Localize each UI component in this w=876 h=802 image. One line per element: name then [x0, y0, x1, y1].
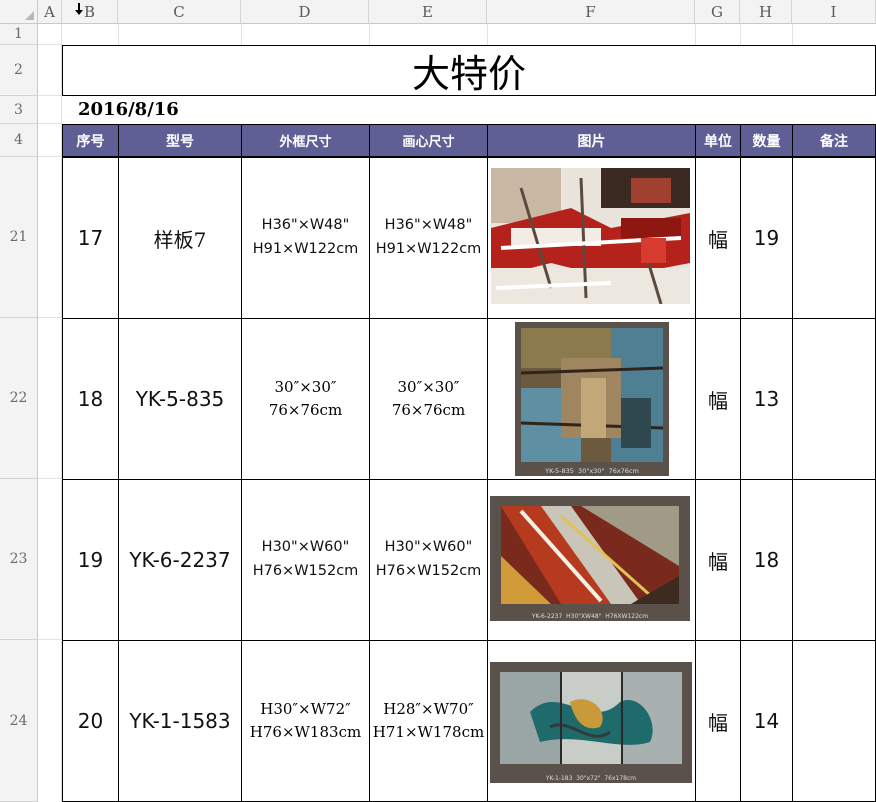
row-header-24[interactable]: 24 [0, 640, 38, 802]
cell-qty[interactable]: 19 [740, 157, 793, 319]
cell-picture[interactable] [487, 157, 696, 319]
painting-image[interactable]: YK-5-835 30"x30" 76x76cm [515, 322, 669, 476]
cell-frame-size[interactable]: 30″×30″ 76×76cm [241, 318, 370, 480]
cell-unit[interactable]: 幅 [695, 479, 741, 641]
col-header-b[interactable]: B [62, 0, 118, 24]
row-header-23[interactable]: 23 [0, 479, 38, 640]
canvas-size-inch: H28″×W70″ [383, 699, 474, 718]
cell-qty[interactable]: 13 [740, 318, 793, 480]
cell-canvas-size[interactable]: 30″×30″ 76×76cm [369, 318, 488, 480]
frame-size-inch: H30"×W60" [261, 539, 350, 556]
cell-no[interactable]: 19 [62, 479, 119, 641]
gridline [38, 639, 62, 640]
gridline [487, 24, 488, 45]
col-header-g[interactable]: G [695, 0, 740, 24]
report-date[interactable]: 2016/8/16 [78, 99, 179, 123]
cell-frame-size[interactable]: H30″×W72″ H76×W183cm [241, 640, 370, 802]
col-header-a[interactable]: A [38, 0, 62, 24]
picture-caption: YK-1-183 30"x72" 76x178cm [545, 775, 637, 782]
cell-no[interactable]: 17 [62, 157, 119, 319]
header-note[interactable]: 备注 [792, 124, 876, 157]
gridline [241, 24, 242, 45]
frame-size-inch: 30″×30″ [274, 377, 337, 396]
row-header-4[interactable]: 4 [0, 124, 38, 157]
col-header-f[interactable]: F [487, 0, 695, 24]
header-qty[interactable]: 数量 [740, 124, 793, 157]
header-canvas-size[interactable]: 画心尺寸 [369, 124, 488, 157]
col-header-c[interactable]: C [118, 0, 241, 24]
picture-caption: YK-6-2237 H30"XW48" H76XW122cm [531, 613, 649, 620]
row-header-21[interactable]: 21 [0, 157, 38, 318]
cell-note[interactable] [792, 640, 876, 802]
canvas-size-cm: H71×W178cm [372, 723, 485, 741]
gridline [740, 24, 741, 45]
cell-no[interactable]: 20 [62, 640, 119, 802]
header-frame-size[interactable]: 外框尺寸 [241, 124, 370, 157]
gridline [38, 317, 62, 318]
col-header-i[interactable]: I [792, 0, 876, 24]
cell-model[interactable]: YK-1-1583 [118, 640, 242, 802]
header-picture[interactable]: 图片 [487, 124, 696, 157]
row-header-1[interactable]: 1 [0, 24, 38, 45]
cell-model[interactable]: YK-6-2237 [118, 479, 242, 641]
cell-no[interactable]: 18 [62, 318, 119, 480]
cell-unit[interactable]: 幅 [695, 640, 741, 802]
cell-model[interactable]: 样板7 [118, 157, 242, 319]
cell-model[interactable]: YK-5-835 [118, 318, 242, 480]
painting-image[interactable]: YK-1-183 30"x72" 76x178cm [490, 662, 692, 783]
canvas-size-inch: H36"×W48" [384, 217, 473, 234]
canvas-size-cm: H91×W122cm [375, 241, 482, 257]
cell-unit[interactable]: 幅 [695, 318, 741, 480]
cell-frame-size[interactable]: H30"×W60" H76×W152cm [241, 479, 370, 641]
frame-size-cm: 76×76cm [268, 401, 343, 419]
canvas-size-inch: 30″×30″ [397, 377, 460, 396]
gridline [38, 44, 62, 45]
gridline [695, 24, 696, 45]
frame-size-inch: H36"×W48" [261, 217, 350, 234]
cell-picture[interactable]: YK-5-835 30"x30" 76x76cm [487, 318, 696, 480]
gridline [792, 24, 793, 45]
gridline [369, 24, 370, 45]
painting-image[interactable] [491, 168, 690, 304]
gridline [38, 156, 62, 157]
frame-size-cm: H76×W183cm [249, 723, 362, 741]
painting-image[interactable]: YK-6-2237 H30"XW48" H76XW122cm [490, 496, 690, 621]
col-header-e[interactable]: E [369, 0, 487, 24]
col-header-h[interactable]: H [740, 0, 792, 24]
gridline [38, 123, 62, 124]
cell-frame-size[interactable]: H36"×W48" H91×W122cm [241, 157, 370, 319]
sheet-title[interactable]: 大特价 [62, 45, 876, 96]
select-all-corner[interactable] [0, 0, 38, 24]
column-select-cursor-icon [75, 0, 83, 15]
gridline [38, 95, 62, 96]
frame-size-inch: H30″×W72″ [260, 699, 351, 718]
header-no[interactable]: 序号 [62, 124, 119, 157]
canvas-size-cm: H76×W152cm [375, 563, 482, 579]
gridline [118, 24, 119, 45]
picture-caption: YK-5-835 30"x30" 76x76cm [545, 467, 639, 475]
cell-canvas-size[interactable]: H30"×W60" H76×W152cm [369, 479, 488, 641]
cell-note[interactable] [792, 157, 876, 319]
cell-qty[interactable]: 18 [740, 479, 793, 641]
cell-picture[interactable]: YK-6-2237 H30"XW48" H76XW122cm [487, 479, 696, 641]
header-unit[interactable]: 单位 [695, 124, 741, 157]
cell-unit[interactable]: 幅 [695, 157, 741, 319]
cell-qty[interactable]: 14 [740, 640, 793, 802]
cell-canvas-size[interactable]: H28″×W70″ H71×W178cm [369, 640, 488, 802]
cell-canvas-size[interactable]: H36"×W48" H91×W122cm [369, 157, 488, 319]
frame-size-cm: H76×W152cm [252, 563, 359, 579]
gridline [38, 478, 62, 479]
header-model[interactable]: 型号 [118, 124, 242, 157]
cell-note[interactable] [792, 479, 876, 641]
frame-size-cm: H91×W122cm [252, 241, 359, 257]
canvas-size-cm: 76×76cm [391, 401, 466, 419]
col-header-d[interactable]: D [241, 0, 369, 24]
cell-picture[interactable]: YK-1-183 30"x72" 76x178cm [487, 640, 696, 802]
row-header-3[interactable]: 3 [0, 96, 38, 124]
cell-note[interactable] [792, 318, 876, 480]
row-header-22[interactable]: 22 [0, 318, 38, 479]
row-header-2[interactable]: 2 [0, 45, 38, 96]
canvas-size-inch: H30"×W60" [384, 539, 473, 556]
